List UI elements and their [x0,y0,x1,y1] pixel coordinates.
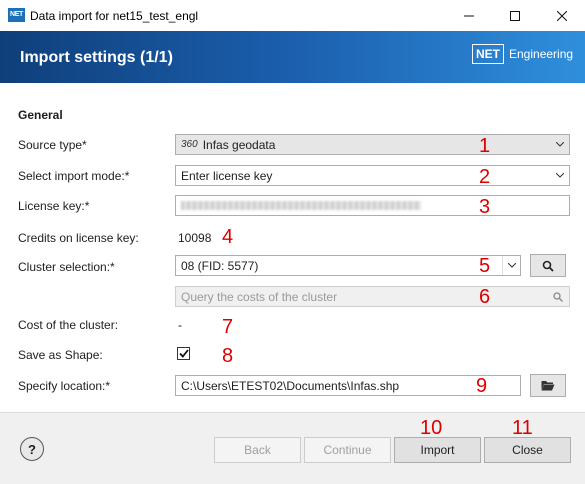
close-window-button[interactable] [539,0,585,31]
annotation-7: 7 [222,316,234,338]
save-as-shape-checkbox[interactable] [177,347,190,360]
annotation-8: 8 [222,345,234,367]
cluster-selection-label: Cluster selection:* [18,260,115,274]
annotation-10: 10 [420,417,443,439]
cluster-selection-value: 08 (FID: 5577) [181,258,259,273]
credits-value: 10098 [178,231,212,245]
section-title: General [18,108,63,122]
location-input[interactable]: C:\Users\ETEST02\Documents\Infas.shp [175,375,521,396]
cluster-query-placeholder: Query the costs of the cluster [181,289,338,304]
continue-button[interactable]: Continue [304,437,391,463]
annotation-9: 9 [476,375,488,397]
close-icon [557,10,567,21]
logo-box: NET [472,44,504,64]
cluster-search-button[interactable] [530,254,566,277]
infas-360-icon: 360 [181,139,198,150]
chevron-down-icon [551,166,569,185]
credits-label: Credits on license key: [18,231,139,245]
checkmark-icon [178,349,189,358]
import-mode-dropdown[interactable]: Enter license key [175,165,570,186]
app-icon: NET [8,8,25,22]
minimize-icon [464,15,474,16]
back-button[interactable]: Back [214,437,301,463]
search-icon [547,287,569,306]
page-title: Import settings (1/1) [20,49,173,66]
chevron-down-icon [551,135,569,154]
minimize-button[interactable] [446,0,492,31]
license-key-label: License key:* [18,199,90,213]
source-type-value: Infas geodata [202,137,276,152]
annotation-5: 5 [479,255,491,277]
source-type-label: Source type* [18,138,87,152]
cost-value: - [178,318,182,332]
close-button[interactable]: Close [484,437,571,463]
maximize-button[interactable] [492,0,538,31]
annotation-1: 1 [479,135,491,157]
annotation-3: 3 [479,196,491,218]
annotation-2: 2 [479,166,491,188]
window-title: Data import for net15_test_engl [30,9,199,23]
save-as-shape-label: Save as Shape: [18,348,103,362]
logo: NET Engineering [472,44,573,64]
chevron-down-icon [502,256,520,275]
folder-open-icon [541,381,555,391]
license-key-input[interactable] [175,195,570,216]
annotation-6: 6 [479,286,491,308]
import-button[interactable]: Import [394,437,481,463]
header-banner: Import settings (1/1) NET Engineering [0,31,585,83]
logo-text: Engineering [509,47,574,61]
cluster-query-input[interactable]: Query the costs of the cluster [175,286,570,307]
location-label: Specify location:* [18,379,111,393]
browse-folder-button[interactable] [530,374,566,397]
help-button[interactable]: ? [20,437,44,461]
source-type-dropdown[interactable]: 360 Infas geodata [175,134,570,155]
annotation-4: 4 [222,226,234,248]
annotation-11: 11 [512,417,533,439]
location-value: C:\Users\ETEST02\Documents\Infas.shp [181,378,400,393]
window-titlebar: NET Data import for net15_test_engl [0,0,585,31]
search-icon [542,260,554,272]
import-mode-value: Enter license key [181,168,273,183]
cluster-selection-dropdown[interactable]: 08 (FID: 5577) [175,255,521,276]
import-mode-label: Select import mode:* [18,169,130,183]
license-key-redacted [181,201,421,210]
cost-label: Cost of the cluster: [18,318,119,332]
maximize-icon [510,10,520,21]
